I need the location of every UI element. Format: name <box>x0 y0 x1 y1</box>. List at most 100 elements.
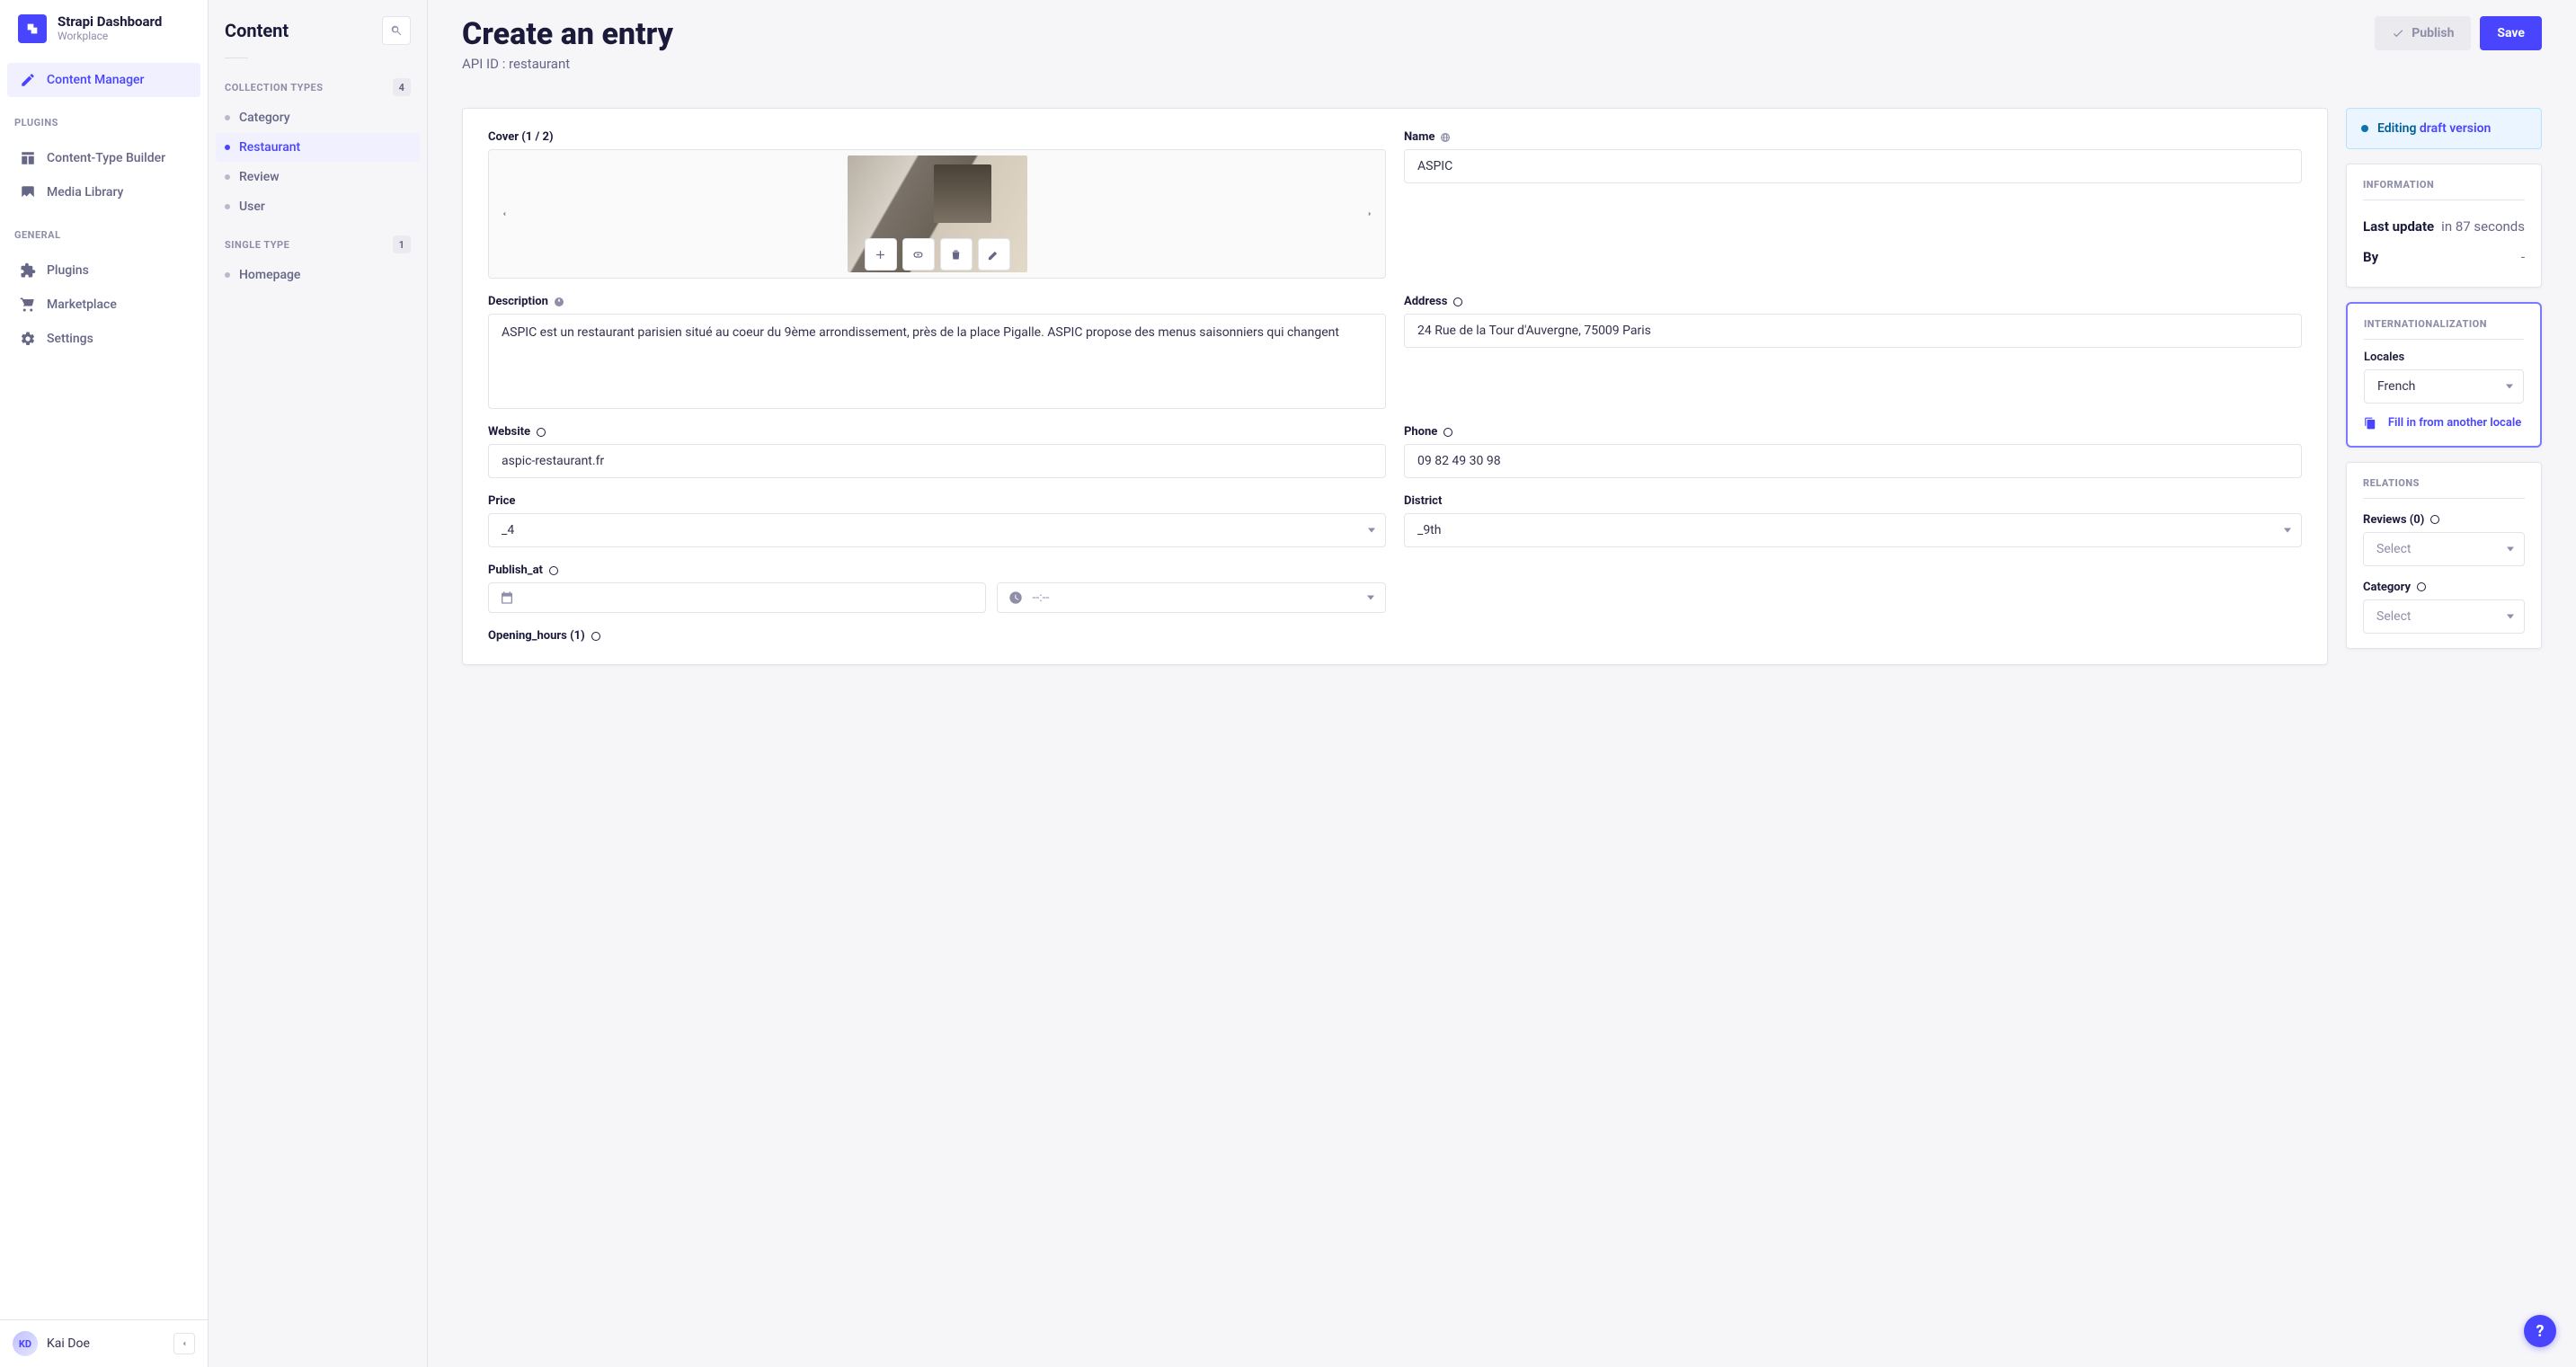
sidebar-item-user[interactable]: User <box>216 192 420 221</box>
media-delete-button[interactable] <box>940 238 973 271</box>
entry-form: Cover (1 / 2) <box>462 108 2328 665</box>
nav-settings[interactable]: Settings <box>7 322 200 356</box>
avatar[interactable]: KD <box>13 1331 38 1356</box>
sidebar-item-category[interactable]: Category <box>216 103 420 132</box>
subnav-title: Content <box>225 20 289 41</box>
status-text: Editing <box>2377 121 2420 136</box>
sidebar-item-label: Category <box>239 111 290 125</box>
status-dot-icon <box>2361 125 2368 132</box>
phone-input[interactable] <box>1404 444 2302 478</box>
website-input[interactable] <box>488 444 1386 478</box>
media-link-button[interactable] <box>902 238 935 271</box>
sidebar-item-label: Restaurant <box>239 140 300 155</box>
single-type-heading: SINGLE TYPE 1 <box>225 223 411 259</box>
globe-icon <box>1452 297 1463 307</box>
field-label-text: Price <box>488 494 515 508</box>
info-key: By <box>2363 249 2378 265</box>
calendar-icon <box>500 590 514 605</box>
cart-icon <box>20 297 36 313</box>
sidebar-item-homepage[interactable]: Homepage <box>216 261 420 289</box>
nav-content-type-builder[interactable]: Content-Type Builder <box>7 141 200 175</box>
information-panel: INFORMATION Last updatein 87 seconds By- <box>2346 164 2542 288</box>
nav-media-library[interactable]: Media Library <box>7 175 200 209</box>
globe-icon <box>548 565 559 576</box>
fill-from-locale-link[interactable]: Fill in from another locale <box>2364 416 2524 431</box>
help-button[interactable]: ? <box>2524 1315 2556 1347</box>
nav-label: Marketplace <box>47 297 117 312</box>
main-content: Create an entry API ID : restaurant Publ… <box>428 0 2576 1367</box>
nav-content-manager[interactable]: Content Manager <box>7 63 200 97</box>
bullet-icon <box>225 115 230 120</box>
field-cover: Cover (1 / 2) <box>488 130 1386 279</box>
save-button[interactable]: Save <box>2480 16 2542 50</box>
field-phone: Phone <box>1404 425 2302 478</box>
main-nav: Strapi Dashboard Workplace Content Manag… <box>0 0 209 1367</box>
user-name: Kai Doe <box>47 1336 90 1351</box>
field-district: District _9th <box>1404 494 2302 547</box>
heading-text: COLLECTION TYPES <box>225 82 324 93</box>
sidebar-item-label: User <box>239 200 265 214</box>
check-icon <box>2392 27 2404 40</box>
media-next-button[interactable] <box>1360 204 1380 224</box>
sidebar-item-label: Review <box>239 170 280 184</box>
plus-icon <box>874 248 887 262</box>
bullet-icon <box>225 204 230 209</box>
nav-marketplace[interactable]: Marketplace <box>7 288 200 322</box>
field-label-text: District <box>1404 494 1442 508</box>
date-input[interactable] <box>488 582 986 613</box>
panel-heading: RELATIONS <box>2363 477 2525 499</box>
media-add-button[interactable] <box>865 238 897 271</box>
sidebar-item-review[interactable]: Review <box>216 163 420 191</box>
district-select[interactable]: _9th <box>1404 513 2302 547</box>
sidebar-item-restaurant[interactable]: Restaurant <box>216 133 420 162</box>
field-label-text: Description <box>488 295 548 308</box>
field-address: Address <box>1404 295 2302 409</box>
info-value: - <box>2521 249 2525 265</box>
address-input[interactable] <box>1404 314 2302 348</box>
status-version-link[interactable]: draft version <box>2420 121 2491 136</box>
nav-plugins[interactable]: Plugins <box>7 253 200 288</box>
field-label-text: Opening_hours (1) <box>488 629 585 643</box>
nav-label: Media Library <box>47 185 123 200</box>
panel-heading: INTERNATIONALIZATION <box>2364 318 2524 340</box>
reviews-select[interactable]: Select <box>2363 532 2525 566</box>
field-label-text: Publish_at <box>488 564 543 577</box>
bullet-icon <box>225 272 230 278</box>
time-placeholder: --:-- <box>1032 590 1049 605</box>
field-price: Price _4 <box>488 494 1386 547</box>
heading-text: SINGLE TYPE <box>225 239 289 251</box>
field-label-text: Address <box>1404 295 1447 308</box>
collection-types-heading: COLLECTION TYPES 4 <box>225 66 411 102</box>
page-title: Create an entry <box>462 16 673 52</box>
price-select[interactable]: _4 <box>488 513 1386 547</box>
chevron-right-icon <box>1365 208 1374 220</box>
draft-status-banner: Editing draft version <box>2346 108 2542 149</box>
relation-label: Category <box>2363 581 2411 594</box>
panel-heading: INFORMATION <box>2363 179 2525 200</box>
category-select[interactable]: Select <box>2363 599 2525 634</box>
search-button[interactable] <box>382 16 411 45</box>
globe-icon <box>536 427 546 438</box>
publish-button[interactable]: Publish <box>2375 16 2471 50</box>
time-input[interactable]: --:-- <box>997 582 1386 613</box>
media-prev-button[interactable] <box>494 204 514 224</box>
relations-panel: RELATIONS Reviews (0) Select Category Se… <box>2346 462 2542 649</box>
globe-icon <box>2429 514 2440 525</box>
field-label-text: Name <box>1404 130 1435 144</box>
link-text: Fill in from another locale <box>2385 416 2524 431</box>
collapse-nav-button[interactable] <box>173 1333 195 1354</box>
name-input[interactable] <box>1404 149 2302 183</box>
button-label: Publish <box>2412 26 2454 40</box>
api-id-label: API ID : restaurant <box>462 56 673 72</box>
media-edit-button[interactable] <box>978 238 1010 271</box>
brand[interactable]: Strapi Dashboard Workplace <box>0 0 208 56</box>
locale-select[interactable]: French <box>2364 369 2524 404</box>
field-description: Description ASPIC est un restaurant pari… <box>488 295 1386 409</box>
relation-label: Reviews (0) <box>2363 513 2424 527</box>
globe-icon <box>1440 132 1451 143</box>
puzzle-icon <box>20 262 36 279</box>
description-textarea[interactable]: ASPIC est un restaurant parisien situé a… <box>488 314 1386 409</box>
button-label: Save <box>2497 26 2525 40</box>
sidebar-item-label: Homepage <box>239 268 300 282</box>
nav-label: Plugins <box>47 263 89 278</box>
